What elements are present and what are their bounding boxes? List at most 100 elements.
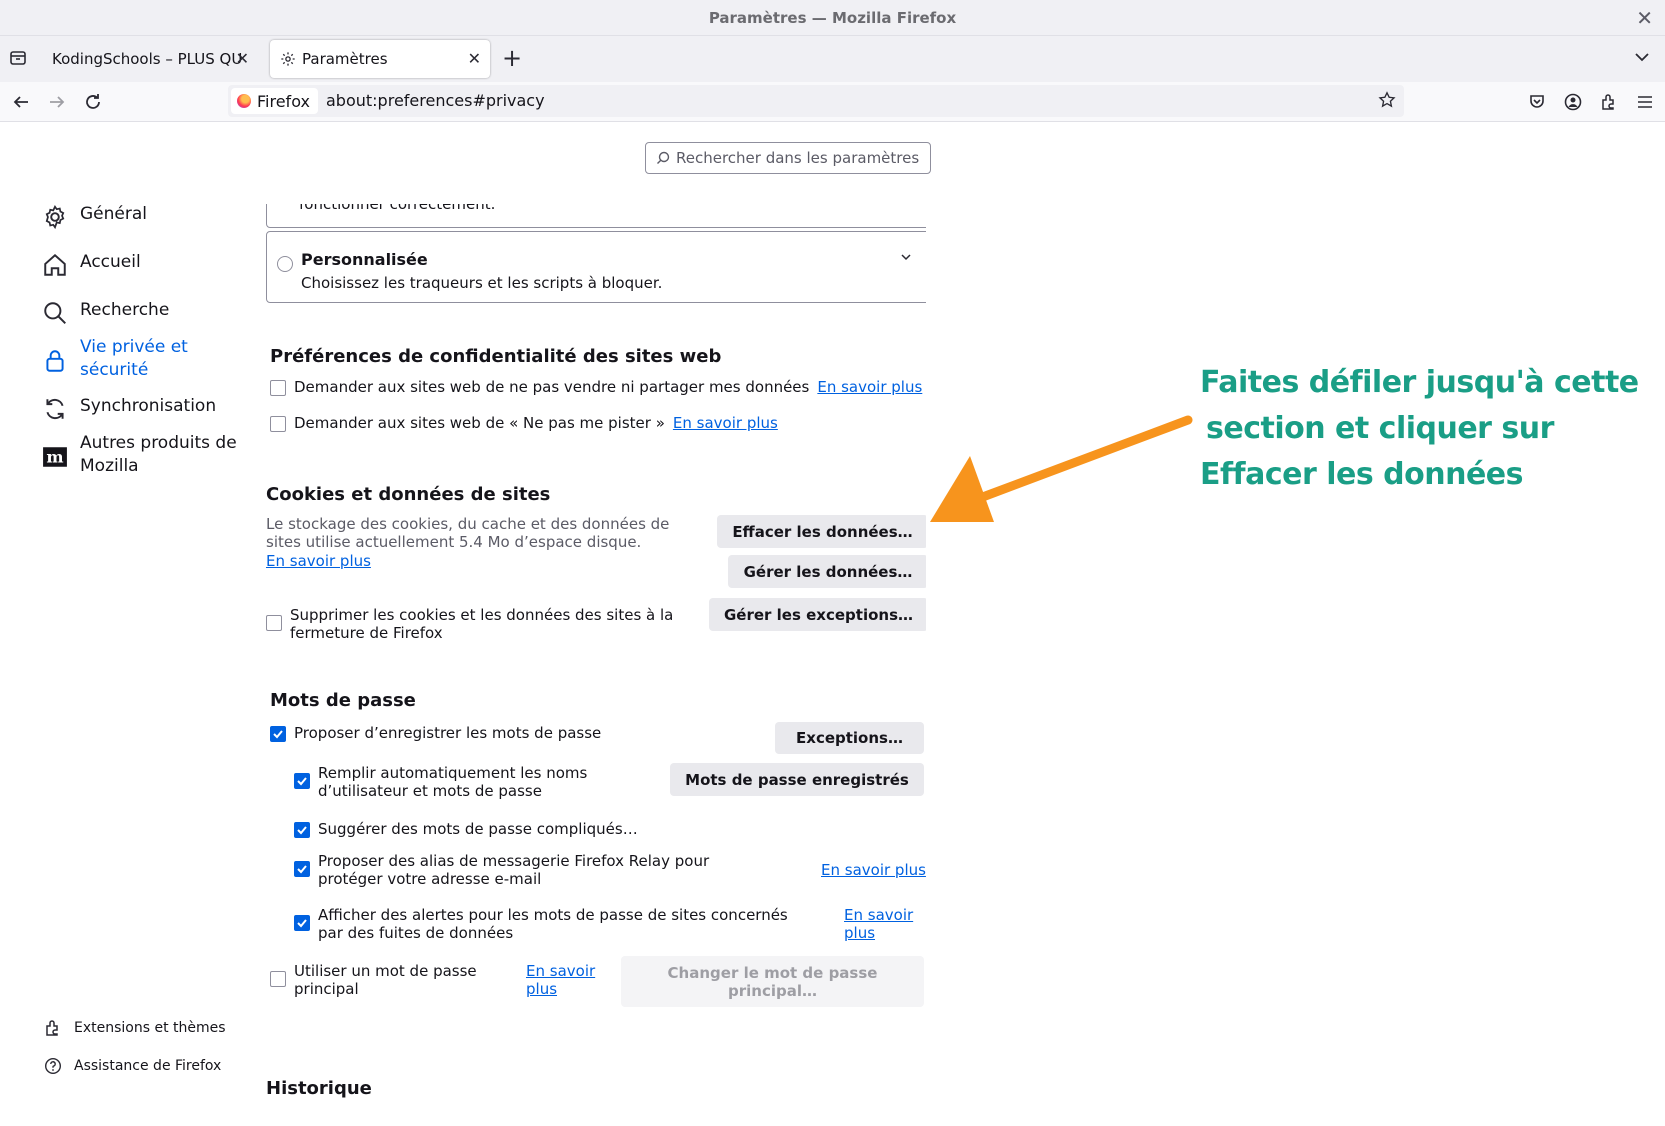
do-not-track-checkbox[interactable]	[270, 416, 286, 432]
do-not-sell-checkbox[interactable]	[270, 380, 286, 396]
account-icon[interactable]	[1564, 93, 1582, 111]
new-tab-icon[interactable]: +	[502, 44, 522, 72]
learn-more-link[interactable]: En savoir plus	[817, 378, 922, 396]
delete-on-close-checkbox[interactable]	[266, 615, 282, 631]
sidebar-item-label: Recherche	[80, 300, 170, 320]
sidebar-item-sync[interactable]: Synchronisation	[42, 396, 216, 422]
tab-close-icon[interactable]: ✕	[236, 49, 249, 68]
clear-data-button[interactable]: Effacer les données…	[717, 515, 926, 548]
learn-more-link[interactable]: En savoir plus	[266, 552, 371, 570]
home-icon	[44, 253, 66, 276]
annotation-line: Effacer les données	[1200, 457, 1523, 492]
sidebar-item-label: Général	[80, 204, 147, 224]
do-not-sell-label: Demander aux sites web de ne pas vendre …	[294, 378, 810, 396]
learn-more-link[interactable]: En savoir plus	[526, 962, 606, 998]
learn-more-link[interactable]: En savoir plus	[673, 414, 778, 432]
autofill-checkbox[interactable]	[294, 773, 310, 789]
reload-icon[interactable]	[83, 92, 103, 112]
preferences-content: fonctionner correctement. Personnalisée …	[266, 204, 926, 1126]
autofill-row: Remplir automatiquement les noms d’utili…	[294, 764, 594, 800]
autofill-label: Remplir automatiquement les noms d’utili…	[318, 764, 588, 800]
firefox-view-icon[interactable]	[8, 48, 28, 68]
delete-on-close-label: Supprimer les cookies et les données des…	[290, 606, 674, 642]
privacy-prefs-heading: Préférences de confidentialité des sites…	[270, 346, 722, 367]
nav-bar: Firefox about:preferences#privacy	[0, 82, 1665, 122]
settings-search-input[interactable]: Rechercher dans les paramètres	[645, 142, 931, 174]
tracking-option-text: fonctionner correctement.	[299, 204, 496, 213]
forward-icon[interactable]	[47, 92, 67, 112]
relay-checkbox[interactable]	[294, 861, 310, 877]
tab-close-icon[interactable]: ✕	[468, 49, 481, 68]
history-heading: Historique	[266, 1078, 372, 1099]
window-close-icon[interactable]: ✕	[1636, 6, 1653, 30]
tracking-option-custom[interactable]: Personnalisée Choisissez les traqueurs e…	[266, 231, 926, 303]
breach-checkbox[interactable]	[294, 915, 310, 931]
passwords-heading: Mots de passe	[270, 690, 416, 711]
custom-title: Personnalisée	[301, 250, 428, 269]
sidebar-item-label: Vie privée et sécurité	[80, 337, 188, 380]
search-placeholder: Rechercher dans les paramètres	[676, 149, 920, 167]
annotation-text: Faites défiler jusqu'à cette section et …	[1200, 360, 1639, 498]
breach-row: Afficher des alertes pour les mots de pa…	[294, 906, 804, 942]
ask-save-row: Proposer d’enregistrer les mots de passe	[270, 724, 601, 742]
password-exceptions-button[interactable]: Exceptions…	[775, 722, 924, 754]
sync-icon	[46, 398, 64, 420]
mozilla-icon: m	[43, 447, 67, 467]
puzzle-icon	[46, 1020, 58, 1036]
tab-label: Paramètres	[302, 50, 388, 68]
primary-password-label: Utiliser un mot de passe principal	[294, 962, 477, 998]
help-icon	[44, 1057, 62, 1075]
url-text[interactable]: about:preferences#privacy	[326, 91, 545, 110]
do-not-track-label: Demander aux sites web de « Ne pas me pi…	[294, 414, 665, 432]
suggest-label: Suggérer des mots de passe compliqués…	[318, 820, 638, 838]
sidebar-item-home[interactable]: Accueil	[42, 252, 141, 278]
pocket-icon[interactable]	[1528, 93, 1546, 111]
back-icon[interactable]	[11, 92, 31, 112]
saved-passwords-button[interactable]: Mots de passe enregistrés	[670, 763, 924, 796]
gear-icon	[45, 204, 65, 230]
search-icon	[657, 151, 670, 164]
manage-exceptions-button[interactable]: Gérer les exceptions…	[709, 598, 926, 631]
chevron-down-icon[interactable]	[1633, 48, 1651, 66]
bookmark-star-icon[interactable]	[1378, 91, 1396, 109]
sidebar-footer-extensions[interactable]: Extensions et thèmes	[44, 1019, 226, 1037]
primary-password-row: Utiliser un mot de passe principal	[270, 962, 510, 998]
custom-radio[interactable]	[277, 256, 293, 272]
cookies-heading: Cookies et données de sites	[266, 484, 551, 505]
manage-data-button[interactable]: Gérer les données…	[728, 555, 926, 588]
sidebar-item-search[interactable]: Recherche	[42, 300, 169, 326]
menu-icon[interactable]	[1636, 93, 1654, 111]
url-bar[interactable]: Firefox about:preferences#privacy	[228, 85, 1404, 117]
suggest-row: Suggérer des mots de passe compliqués…	[294, 820, 638, 838]
relay-label: Proposer des alias de messagerie Firefox…	[318, 852, 710, 888]
change-primary-password-button[interactable]: Changer le mot de passe principal…	[621, 956, 924, 1007]
sidebar-item-general[interactable]: Général	[42, 204, 147, 230]
annotation-arrow	[930, 415, 1193, 522]
sidebar-item-label: Accueil	[80, 252, 141, 272]
tracking-option-strict[interactable]: fonctionner correctement.	[266, 204, 926, 228]
svg-text:m: m	[46, 447, 63, 466]
sidebar-item-mozilla[interactable]: m Autres produits de Mozilla	[42, 432, 242, 478]
tab-label: KodingSchools – PLUS QUE	[52, 50, 242, 68]
custom-description: Choisissez les traqueurs et les scripts …	[301, 274, 663, 292]
relay-row: Proposer des alias de messagerie Firefox…	[294, 852, 774, 888]
firefox-logo-icon	[237, 94, 251, 108]
chevron-down-icon[interactable]	[899, 250, 913, 264]
sidebar-footer-label: Assistance de Firefox	[74, 1058, 222, 1074]
primary-password-checkbox[interactable]	[270, 971, 286, 987]
sidebar-item-label: Autres produits de Mozilla	[80, 433, 237, 476]
learn-more-link[interactable]: En savoir plus	[844, 906, 924, 942]
title-bar: Paramètres — Mozilla Firefox ✕	[0, 0, 1665, 36]
tab-kodingschools[interactable]: KodingSchools – PLUS QUE ✕	[42, 40, 258, 78]
learn-more-link[interactable]: En savoir plus	[821, 861, 926, 879]
suggest-checkbox[interactable]	[294, 822, 310, 838]
tab-parametres[interactable]: Paramètres ✕	[270, 40, 490, 78]
sidebar-item-privacy[interactable]: Vie privée et sécurité	[42, 336, 242, 382]
extensions-icon[interactable]	[1600, 93, 1618, 111]
ask-save-checkbox[interactable]	[270, 726, 286, 742]
annotation-line: section et cliquer sur	[1206, 411, 1554, 446]
gear-icon	[281, 52, 295, 66]
window-title: Paramètres — Mozilla Firefox	[708, 9, 957, 27]
identity-box[interactable]: Firefox	[231, 88, 318, 114]
sidebar-footer-support[interactable]: Assistance de Firefox	[44, 1057, 221, 1075]
